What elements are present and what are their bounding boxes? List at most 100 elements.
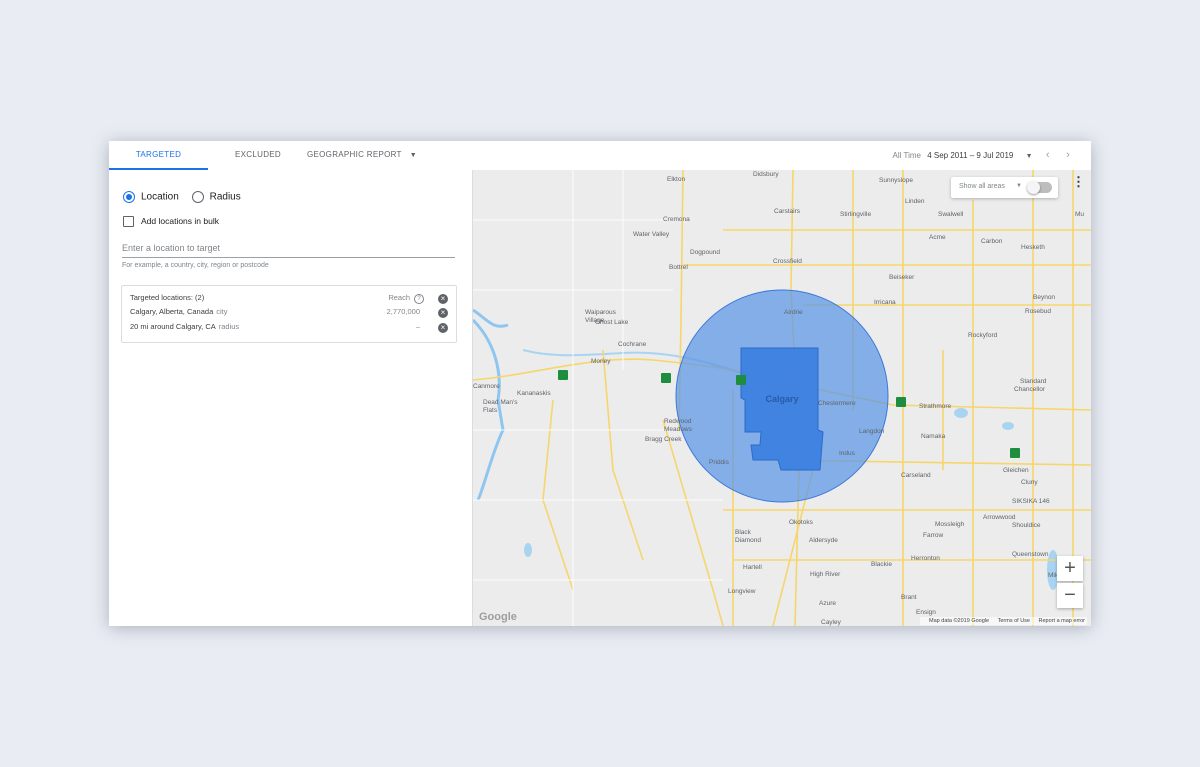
radio-selected-icon <box>123 191 135 203</box>
place-label: Stirlingville <box>840 211 871 218</box>
radius-radio-label: Radius <box>209 191 241 203</box>
targeted-locations-header: Targeted locations: (2) Reach? × <box>130 293 448 307</box>
add-locations-bulk-label: Add locations in bulk <box>141 216 219 226</box>
place-label: Water Valley <box>633 231 670 238</box>
location-reach: – <box>415 322 420 331</box>
previous-period-icon[interactable]: ‹ <box>1043 141 1053 169</box>
chevron-down-icon: ▼ <box>1016 183 1022 189</box>
remove-location-icon[interactable]: × <box>438 323 448 333</box>
place-label: Rockyford <box>968 332 998 339</box>
place-label: Irricana <box>874 299 896 306</box>
place-label: Azure <box>819 600 836 607</box>
park-icon <box>558 370 568 380</box>
more-options-icon[interactable]: ⋮ <box>1072 175 1085 188</box>
place-label: Arrowwood <box>983 514 1016 521</box>
location-input-hint: For example, a country, city, region or … <box>122 262 269 269</box>
place-label: Didsbury <box>753 171 779 178</box>
terms-of-use-link[interactable]: Terms of Use <box>998 618 1030 624</box>
place-label: Standard <box>1020 378 1047 385</box>
place-label: Bragg Creek <box>645 436 682 443</box>
reach-header: Reach? <box>388 293 424 304</box>
place-label: Acme <box>929 234 946 241</box>
place-label: Morley <box>591 358 611 365</box>
tab-geographic-report[interactable]: GEOGRAPHIC REPORT ▼ <box>307 141 417 169</box>
add-locations-bulk-checkbox[interactable]: Add locations in bulk <box>123 216 219 228</box>
help-icon[interactable]: ? <box>414 294 424 304</box>
map-view[interactable]: Calgary Elkton Didsbury Sunnyslope Carstair… <box>473 170 1091 626</box>
place-label: Namaka <box>921 433 946 440</box>
place-label: Langdon <box>859 428 885 435</box>
location-reach: 2,770,000 <box>386 307 420 316</box>
report-map-error-link[interactable]: Report a map error <box>1039 618 1085 624</box>
place-label: Swalwell <box>938 211 964 218</box>
tab-excluded[interactable]: EXCLUDED <box>227 141 289 169</box>
remove-all-icon[interactable]: × <box>438 294 448 304</box>
location-search-input[interactable] <box>122 239 455 258</box>
place-label: Cochrane <box>618 341 647 348</box>
remove-location-icon[interactable]: × <box>438 308 448 318</box>
location-name: 20 mi around Calgary, CA <box>130 322 216 331</box>
place-label: Blackie <box>871 561 892 568</box>
place-label: Priddis <box>709 459 730 466</box>
place-label: SIKSIKA 146 <box>1012 498 1050 505</box>
targeted-locations-title: Targeted locations: (2) <box>130 293 205 302</box>
place-label: Cremona <box>663 216 690 223</box>
targeted-location-row: 20 mi around Calgary, CA radius – × <box>130 322 448 336</box>
targeting-mode-radio-group: Location Radius <box>123 191 251 203</box>
place-label: Beiseker <box>889 274 915 281</box>
place-label: Aldersyde <box>809 537 838 544</box>
place-label: Strathmore <box>919 403 952 410</box>
location-radio[interactable]: Location <box>123 191 179 203</box>
date-range-selector[interactable]: All Time 4 Sep 2011 – 9 Jul 2019 ▼ ‹ › <box>893 141 1073 169</box>
place-label: Mu <box>1075 211 1084 218</box>
place-label: Longview <box>728 588 756 595</box>
place-label: Beynon <box>1033 294 1055 301</box>
place-label: Airdrie <box>784 309 803 316</box>
map-canvas[interactable]: Calgary Elkton Didsbury Sunnyslope Carstair… <box>473 170 1091 626</box>
place-label: Okotoks <box>789 519 814 526</box>
chevron-down-icon: ▼ <box>409 152 417 159</box>
place-label: Indus <box>839 450 856 457</box>
place-label: Canmore <box>473 383 500 390</box>
place-label: Herronton <box>911 555 940 562</box>
tab-bar: TARGETED EXCLUDED GEOGRAPHIC REPORT ▼ All… <box>109 141 1091 171</box>
place-label: Carbon <box>981 238 1003 245</box>
zoom-out-button[interactable]: − <box>1057 583 1083 608</box>
location-radio-label: Location <box>141 191 179 203</box>
place-label: Ghost Lake <box>595 319 629 326</box>
calgary-city-boundary[interactable] <box>740 347 824 471</box>
radius-radio[interactable]: Radius <box>191 191 241 203</box>
show-all-areas-toggle[interactable] <box>1027 181 1052 194</box>
place-label: Mossleigh <box>935 521 965 528</box>
next-period-icon[interactable]: › <box>1063 141 1073 169</box>
place-label: Kananaskis <box>517 390 551 397</box>
place-label: Brant <box>901 594 917 601</box>
place-label: Crossfield <box>773 258 802 265</box>
targeted-location-row: Calgary, Alberta, Canada city 2,770,000 × <box>130 307 448 321</box>
lake <box>1002 422 1014 430</box>
map-data-credit: Map data ©2019 Google <box>929 618 990 624</box>
lake <box>954 408 968 418</box>
tab-targeted[interactable]: TARGETED <box>109 141 208 170</box>
place-label: High River <box>810 571 841 578</box>
place-label: Farrow <box>923 532 944 539</box>
place-label: Cluny <box>1021 479 1038 486</box>
place-label: Chestermere <box>818 400 856 407</box>
chevron-down-icon[interactable]: ▼ <box>1026 153 1033 160</box>
place-label: Chancellor <box>1014 386 1046 393</box>
zoom-in-button[interactable]: + <box>1057 556 1083 581</box>
place-label: Carstairs <box>774 208 801 215</box>
lake <box>524 543 532 557</box>
radio-unselected-icon <box>191 191 204 203</box>
place-label: Gleichen <box>1003 467 1029 474</box>
show-all-areas-control[interactable]: Show all areas ▼ <box>951 177 1058 198</box>
tab-geographic-report-label: GEOGRAPHIC REPORT <box>307 150 402 159</box>
location-targeting-panel: TARGETED EXCLUDED GEOGRAPHIC REPORT ▼ All… <box>109 141 1091 626</box>
targeting-sidebar: Location Radius Add locations in bulk Fo… <box>109 170 473 626</box>
location-type: city <box>216 307 228 316</box>
place-label: Linden <box>905 198 925 205</box>
park-icon <box>736 375 746 385</box>
place-label: Hesketh <box>1021 244 1045 251</box>
targeted-locations-box: Targeted locations: (2) Reach? × Calgary… <box>121 285 457 343</box>
place-label: Hartell <box>743 564 762 571</box>
